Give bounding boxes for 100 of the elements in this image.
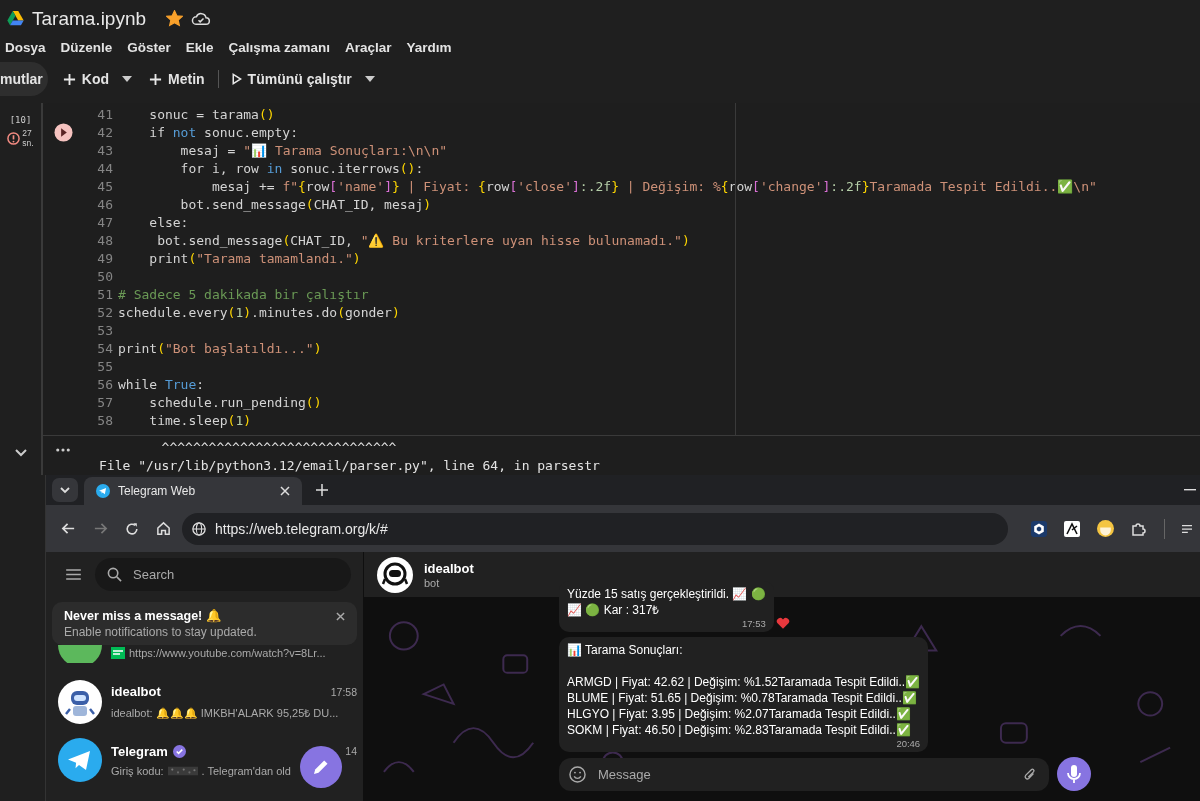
message-line: Yüzde 15 satış gerçekleştirildi. 📈 🟢 [567,586,766,602]
code-line: bot.send_message(CHAT_ID, mesaj) [179,196,432,214]
chat-title: idealbot [424,560,474,576]
chat-name: idealbot [111,684,161,699]
telegram-favicon-icon [96,484,110,498]
message-input[interactable]: Message [559,757,1049,791]
menu-item[interactable]: Yardım [406,39,452,55]
home-icon[interactable] [156,521,171,536]
message-line: SOKM | Fiyat: 46.50 | Değişim: %2.83Taramada Tespit Edildi..✅ [567,722,912,738]
menu-icon[interactable] [66,569,81,580]
plus-icon [149,72,162,86]
chat-status: bot [424,576,441,589]
elapsed-time: 27 [22,128,33,138]
search-field[interactable]: Search [95,558,351,591]
url-text: https://web.telegram.org/k/# [215,520,388,537]
more-icon[interactable] [56,448,70,452]
robot-avatar [377,556,413,593]
microphone-button[interactable] [1057,757,1091,791]
line-number: 43 [96,142,113,160]
cloud-check-icon[interactable] [191,11,212,26]
plus-icon [62,72,76,86]
compose-button[interactable] [300,746,342,788]
chat-preview: idealbot: 🔔🔔🔔 IMKBH'ALARK 95,25₺ DU... [111,706,339,720]
code-line: else: [148,214,189,232]
line-number: 48 [96,232,113,250]
chat-item[interactable]: idealbot 17:58 idealbot: 🔔🔔🔔 IMKBH'ALARK 95,25₺ DU... [46,673,363,731]
extension-icon[interactable] [1031,520,1047,537]
emoji-icon[interactable] [569,765,586,783]
back-icon[interactable] [61,521,76,536]
run-cell-button[interactable] [53,123,73,142]
menu-item[interactable]: Göster [127,39,171,55]
line-number: 46 [96,196,113,214]
add-button[interactable]: Kod [60,67,111,91]
drive-logo-icon [7,11,24,26]
tab-search-button[interactable] [52,478,78,502]
message-time: 17:53 [741,618,766,629]
code-line: # Sadece 5 dakikada bir çalıştır [118,286,369,304]
message-line: 📈 🟢 Kar : 317₺ [567,602,661,618]
chat-name: Telegram [111,743,168,759]
close-icon[interactable] [336,612,345,621]
run-all-button[interactable]: Tümünü çalıştır [229,67,354,91]
address-bar[interactable]: https://web.telegram.org/k/# [182,512,1008,545]
chat-item[interactable]: https://www.youtube.com/watch?v=8Lr... [46,645,363,673]
chat-preview: . Telegram'dan old [201,764,291,777]
extension-icon[interactable] [1064,520,1080,537]
notice-text: Enable notifications to stay updated. [64,625,258,639]
commands-chip[interactable]: mutlar [0,62,48,96]
output-line: ^^^^^^^^^^^^^^^^^^^^^^^^^^^^^^ [160,439,398,457]
chat-item[interactable]: Telegram 14 Giriş kodu: . Telegram'dan old [46,731,363,789]
globe-icon [192,521,206,536]
avatar [58,645,102,663]
menu-item[interactable]: Ekle [185,39,214,55]
chat-preview: Giriş kodu: [111,764,164,777]
attach-icon[interactable] [1023,765,1037,783]
star-icon[interactable] [166,10,184,27]
menu-item[interactable]: Çalışma zamanı [228,39,330,55]
message-line: BLUME | Fiyat: 51.65 | Değişim: %0.78Taramada Tespit Edildi..✅ [567,690,918,706]
menu-item[interactable]: Dosya [5,39,46,55]
line-number: 42 [96,124,113,142]
code-line: if not sonuc.empty: [148,124,299,142]
output-line: File "/usr/lib/python3.12/email/parser.py", line 64, in parsestr [99,457,600,475]
notebook-title[interactable]: Tarama.ipynb [32,7,147,30]
line-number: 41 [96,106,113,124]
blurred-code-drawing [167,764,198,777]
browser-tab[interactable]: Telegram Web [84,477,302,505]
line-number: 51 [96,286,113,304]
thumbnail-icon [111,647,125,659]
caret-icon[interactable] [122,76,132,82]
reading-list-icon[interactable] [1182,522,1192,535]
new-tab-icon[interactable] [316,484,328,496]
caret-icon[interactable] [364,76,375,82]
code-line: mesaj = "📊 Tarama Sonuçları:\n\n" [179,142,448,160]
robot-avatar [58,680,102,724]
code-line: mesaj += f"{row['name']} | Fiyat: {row['close']:.2f} | Değişim: %{row['change']:.2f}Taramada Tespit Edildi..✅\n" [210,178,1097,196]
message-title: 📊 Tarama Sonuçları: [567,642,684,658]
minimize-icon[interactable] [1184,489,1196,491]
code-line: schedule.run_pending() [148,394,322,412]
chevron-down-icon[interactable] [14,449,27,457]
chat-time: 17:58 [330,685,357,698]
line-number: 52 [96,304,113,322]
line-number: 57 [96,394,113,412]
play-icon [231,73,242,85]
menu-item[interactable]: Düzenle [60,39,113,55]
line-number: 49 [96,250,113,268]
code-line: while True: [118,376,205,394]
tab-title: Telegram Web [118,484,197,498]
reload-icon[interactable] [125,521,139,536]
code-line: print("Tarama tamamlandı.") [148,250,361,268]
code-line: sonuc = tarama() [148,106,275,124]
puzzle-icon[interactable] [1131,520,1147,537]
forward-icon[interactable] [93,521,108,536]
menu-item[interactable]: Araçlar [344,39,392,55]
execution-count: [10] [9,115,32,125]
extension-icon[interactable] [1097,520,1114,537]
heart-reaction-icon[interactable] [775,617,790,630]
elapsed-unit: sn. [22,138,34,148]
add-button[interactable]: Metin [147,67,207,91]
code-line: for i, row in sonuc.iterrows(): [179,160,424,178]
code-line: print("Bot başlatıldı...") [118,340,322,358]
notice-title: Never miss a message! 🔔 [64,608,223,623]
